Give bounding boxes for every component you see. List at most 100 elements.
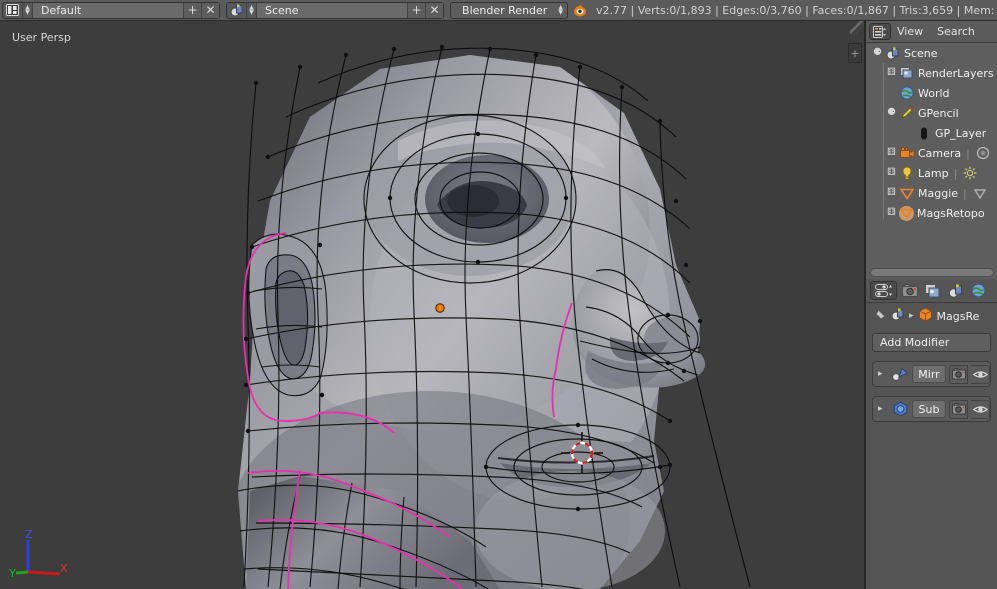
tab-render[interactable] bbox=[899, 281, 920, 300]
delete-scene-button[interactable]: ✕ bbox=[425, 2, 443, 18]
scene-icon[interactable] bbox=[891, 308, 905, 324]
modifier-render-toggle[interactable] bbox=[949, 399, 968, 419]
viewport-panel-toggle[interactable]: + bbox=[848, 43, 862, 63]
expand-icon[interactable]: ⚅ bbox=[886, 148, 897, 159]
grease-pencil-icon bbox=[899, 105, 915, 121]
outliner-label: Camera bbox=[918, 146, 962, 160]
outliner-menu-view[interactable]: View bbox=[897, 25, 923, 38]
mesh-data-icon[interactable] bbox=[972, 185, 988, 201]
scene-name[interactable]: Scene bbox=[257, 2, 407, 18]
expand-icon[interactable]: ⚅ bbox=[886, 188, 897, 199]
outliner-horizontal-scrollbar[interactable] bbox=[870, 268, 994, 277]
scene-icon bbox=[885, 45, 901, 61]
scene-spinner[interactable]: ▲ ▼ bbox=[247, 2, 257, 18]
outliner-row-camera[interactable]: ⚅ Camera | bbox=[866, 143, 997, 163]
outliner-label: World bbox=[918, 86, 950, 100]
renderlayers-icon bbox=[899, 65, 915, 81]
right-panel-column: View Search ⚈ Scene ⚅ RenderLayers World… bbox=[864, 21, 997, 589]
tab-renderlayers[interactable] bbox=[922, 281, 943, 300]
outliner-editor: View Search ⚈ Scene ⚅ RenderLayers World… bbox=[866, 21, 997, 279]
viewport-corner-handle[interactable] bbox=[850, 21, 864, 35]
outliner-label: Scene bbox=[904, 46, 938, 60]
tab-world[interactable] bbox=[968, 281, 989, 300]
outliner-row-lamp[interactable]: ⚅ Lamp | bbox=[866, 163, 997, 183]
outliner-editor-icon[interactable] bbox=[869, 23, 891, 40]
modifier-viewport-toggle[interactable] bbox=[971, 364, 990, 384]
outliner-header: View Search bbox=[866, 21, 997, 43]
modifier-render-toggle[interactable] bbox=[949, 364, 968, 384]
modifier-name-field[interactable]: Mirr bbox=[912, 365, 946, 383]
render-engine-selector[interactable]: Blender Render ▲ ▼ bbox=[450, 1, 568, 19]
expand-triangle-icon[interactable]: ▸ bbox=[878, 369, 888, 379]
outliner-row-gp-layer[interactable]: GP_Layer bbox=[866, 123, 997, 143]
outliner-label: Maggie bbox=[918, 186, 959, 200]
object-cube-icon[interactable] bbox=[918, 307, 933, 325]
view-orientation-label: User Persp bbox=[12, 31, 71, 44]
outliner-row-maggie[interactable]: ⚅ Maggie | bbox=[866, 183, 997, 203]
modifier-name-field[interactable]: Sub bbox=[912, 400, 946, 418]
outliner-label: MagsRetopo bbox=[917, 206, 985, 220]
expand-icon[interactable]: ⚅ bbox=[886, 208, 897, 219]
screen-layout-selector[interactable]: ▲ ▼ Default + ✕ bbox=[2, 1, 220, 19]
axis-label-y: Y bbox=[8, 567, 16, 580]
mesh-icon bbox=[899, 205, 914, 221]
gp-layer-icon bbox=[916, 125, 932, 141]
outliner-row-gpencil[interactable]: ⚈ GPencil bbox=[866, 103, 997, 123]
engine-spinner[interactable]: ▲ ▼ bbox=[558, 5, 563, 16]
tab-scene[interactable] bbox=[945, 281, 966, 300]
expand-triangle-icon[interactable]: ▸ bbox=[878, 404, 888, 414]
top-bar: ▲ ▼ Default + ✕ ▲ ▼ Scene + ✕ Blender Rend… bbox=[0, 0, 997, 21]
outliner-row-magsretopo[interactable]: ⚅ MagsRetopo bbox=[866, 203, 997, 223]
blender-window: ▲ ▼ Default + ✕ ▲ ▼ Scene + ✕ Blender Rend… bbox=[0, 0, 997, 589]
outliner-menu-search[interactable]: Search bbox=[937, 25, 975, 38]
add-layout-button[interactable]: + bbox=[183, 2, 201, 18]
delete-layout-button[interactable]: ✕ bbox=[201, 2, 219, 18]
status-bar-text: v2.77 | Verts:0/1,893 | Edges:0/3,760 | … bbox=[596, 3, 995, 17]
modifier-panel-subsurf[interactable]: ▸ Sub bbox=[872, 396, 991, 422]
outliner-row-scene[interactable]: ⚈ Scene bbox=[866, 43, 997, 63]
outliner-row-renderlayers[interactable]: ⚅ RenderLayers bbox=[866, 63, 997, 83]
outliner-tree[interactable]: ⚈ Scene ⚅ RenderLayers World ⚈ GPencil G… bbox=[866, 43, 997, 267]
camera-data-icon[interactable] bbox=[975, 145, 991, 161]
camera-icon bbox=[899, 145, 915, 161]
properties-editor: ▸ MagsRe Add Modifier ▸ Mirr ▸ Sub bbox=[866, 279, 997, 589]
layout-name[interactable]: Default bbox=[33, 2, 183, 18]
outliner-row-world[interactable]: World bbox=[866, 83, 997, 103]
expand-icon[interactable]: ⚅ bbox=[886, 68, 897, 79]
axis-gizmo: Z Y X bbox=[8, 528, 68, 580]
3d-viewport[interactable]: User Persp Z Y X + bbox=[0, 21, 864, 589]
outliner-label: Lamp bbox=[918, 166, 949, 180]
render-engine-label: Blender Render bbox=[462, 3, 548, 17]
scene-data-icon bbox=[227, 2, 247, 18]
axis-label-z: Z bbox=[25, 528, 33, 541]
row-divider: | bbox=[963, 186, 967, 200]
head-mesh-render bbox=[237, 44, 751, 589]
screen-layout-icon bbox=[3, 2, 23, 18]
object-origin-dot bbox=[435, 303, 445, 313]
scene-selector[interactable]: ▲ ▼ Scene + ✕ bbox=[226, 1, 444, 19]
breadcrumb-arrow: ▸ bbox=[909, 311, 914, 321]
collapse-icon[interactable]: ⚈ bbox=[886, 108, 897, 119]
outliner-label: GPencil bbox=[918, 106, 959, 120]
world-icon bbox=[899, 85, 915, 101]
mirror-modifier-icon bbox=[891, 365, 909, 383]
pin-icon[interactable] bbox=[873, 308, 887, 325]
lamp-icon bbox=[899, 165, 915, 181]
layout-spinner[interactable]: ▲ ▼ bbox=[23, 2, 33, 18]
properties-breadcrumb: ▸ MagsRe bbox=[866, 303, 997, 329]
outliner-label: RenderLayers bbox=[918, 66, 994, 80]
modifier-viewport-toggle[interactable] bbox=[971, 399, 990, 419]
expand-icon[interactable]: ⚅ bbox=[886, 168, 897, 179]
collapse-icon[interactable]: ⚈ bbox=[872, 48, 883, 59]
row-divider: | bbox=[953, 166, 958, 180]
breadcrumb-object-name: MagsRe bbox=[936, 309, 980, 323]
add-modifier-button[interactable]: Add Modifier bbox=[872, 333, 991, 352]
add-scene-button[interactable]: + bbox=[407, 2, 425, 18]
outliner-label: GP_Layer bbox=[935, 126, 987, 140]
row-divider: | bbox=[966, 146, 970, 160]
lamp-data-icon[interactable] bbox=[962, 165, 978, 181]
mesh-icon bbox=[899, 185, 915, 201]
modifier-panel-mirror[interactable]: ▸ Mirr bbox=[872, 361, 991, 387]
properties-editor-icon[interactable] bbox=[870, 281, 897, 300]
axis-label-x: X bbox=[60, 562, 68, 575]
